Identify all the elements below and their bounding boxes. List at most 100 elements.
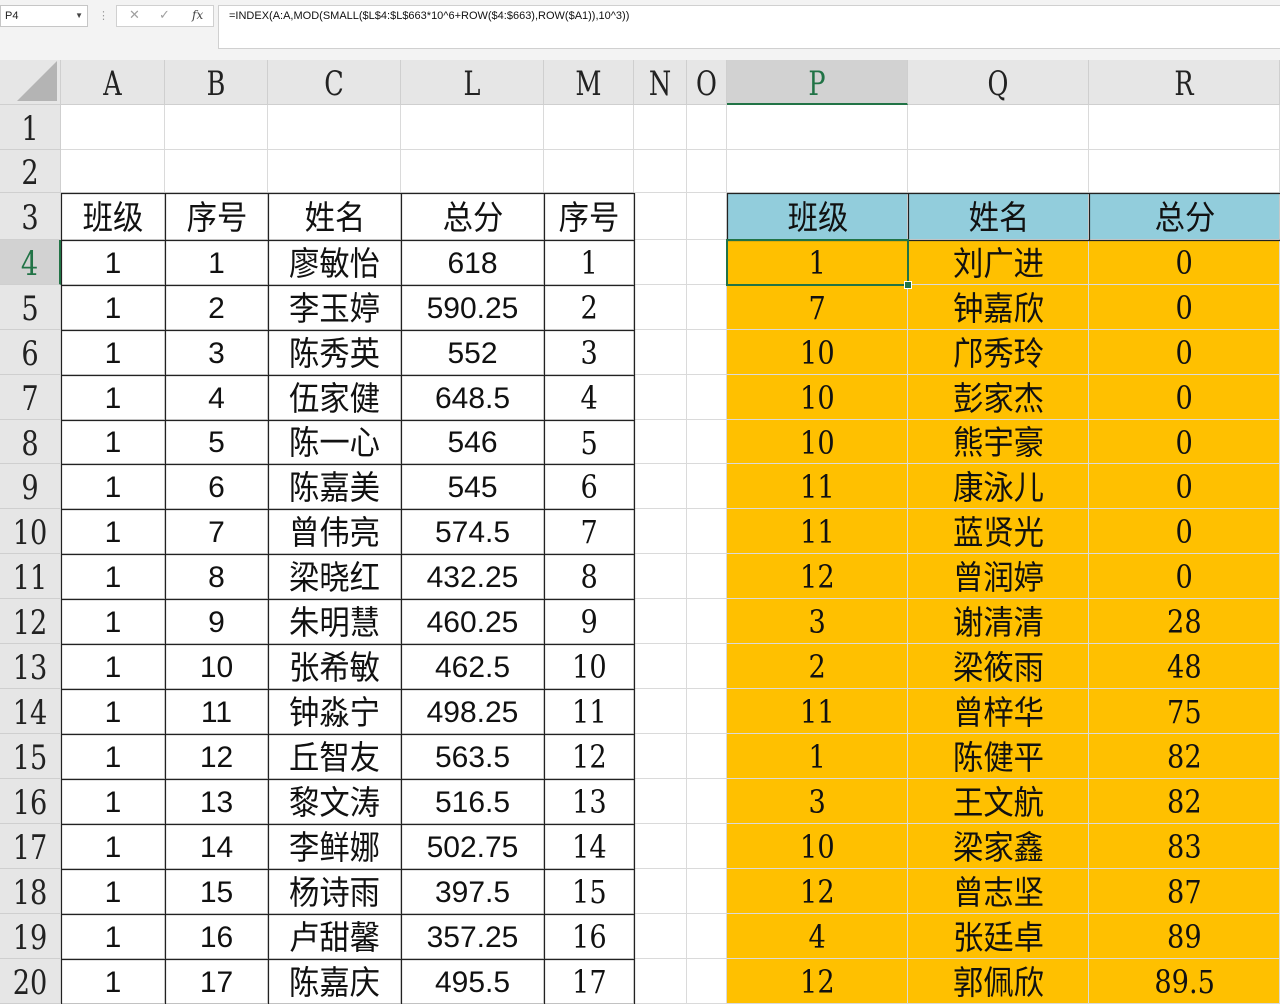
right-header-cell[interactable]: 姓名: [908, 193, 1089, 240]
row-header-11[interactable]: 11: [0, 554, 61, 599]
name-cell[interactable]: 梁晓红: [268, 554, 401, 599]
result-name-cell[interactable]: 彭家杰: [908, 375, 1089, 420]
name-cell[interactable]: 曾伟亮: [268, 509, 401, 554]
class-cell[interactable]: 1: [61, 914, 165, 959]
left-header-cell[interactable]: 总分: [401, 193, 544, 240]
row-header-9[interactable]: 9: [0, 464, 61, 509]
name-cell[interactable]: 李玉婷: [268, 285, 401, 330]
score-cell[interactable]: 590.25: [401, 285, 544, 330]
index-cell[interactable]: 13: [165, 779, 268, 824]
result-class-cell[interactable]: 10: [727, 420, 908, 464]
result-name-cell[interactable]: 曾志坚: [908, 869, 1089, 914]
row-header-18[interactable]: 18: [0, 869, 61, 914]
score-cell[interactable]: 516.5: [401, 779, 544, 824]
score-cell[interactable]: 574.5: [401, 509, 544, 554]
class-cell[interactable]: 1: [61, 734, 165, 779]
result-class-cell[interactable]: 12: [727, 869, 908, 914]
seq-cell[interactable]: 9: [544, 599, 634, 644]
name-cell[interactable]: 廖敏怡: [268, 240, 401, 285]
seq-cell[interactable]: 7: [544, 509, 634, 554]
row-header-10[interactable]: 10: [0, 509, 61, 554]
row-header-20[interactable]: 20: [0, 959, 61, 1004]
result-score-cell[interactable]: 89: [1089, 914, 1280, 959]
name-cell[interactable]: 陈秀英: [268, 330, 401, 375]
score-cell[interactable]: 545: [401, 464, 544, 509]
score-cell[interactable]: 648.5: [401, 375, 544, 420]
index-cell[interactable]: 5: [165, 420, 268, 464]
name-cell[interactable]: 伍家健: [268, 375, 401, 420]
seq-cell[interactable]: 11: [544, 689, 634, 734]
result-name-cell[interactable]: 曾润婷: [908, 554, 1089, 599]
row-header-17[interactable]: 17: [0, 824, 61, 869]
score-cell[interactable]: 357.25: [401, 914, 544, 959]
class-cell[interactable]: 1: [61, 869, 165, 914]
column-header-o[interactable]: O: [687, 60, 727, 105]
class-cell[interactable]: 1: [61, 285, 165, 330]
score-cell[interactable]: 432.25: [401, 554, 544, 599]
name-cell[interactable]: 陈嘉庆: [268, 959, 401, 1004]
result-name-cell[interactable]: 陈健平: [908, 734, 1089, 779]
class-cell[interactable]: 1: [61, 689, 165, 734]
name-cell[interactable]: 钟淼宁: [268, 689, 401, 734]
result-name-cell[interactable]: 熊宇豪: [908, 420, 1089, 464]
result-class-cell[interactable]: 3: [727, 599, 908, 644]
row-header-19[interactable]: 19: [0, 914, 61, 959]
result-name-cell[interactable]: 梁筱雨: [908, 644, 1089, 689]
column-header-c[interactable]: C: [268, 60, 401, 105]
result-class-cell[interactable]: 2: [727, 644, 908, 689]
class-cell[interactable]: 1: [61, 420, 165, 464]
seq-cell[interactable]: 5: [544, 420, 634, 464]
row-header-2[interactable]: 2: [0, 150, 61, 193]
result-score-cell[interactable]: 82: [1089, 779, 1280, 824]
result-name-cell[interactable]: 郭佩欣: [908, 959, 1089, 1004]
seq-cell[interactable]: 15: [544, 869, 634, 914]
row-header-13[interactable]: 13: [0, 644, 61, 689]
result-class-cell[interactable]: 12: [727, 959, 908, 1004]
result-class-cell[interactable]: 10: [727, 330, 908, 375]
left-header-cell[interactable]: 序号: [165, 193, 268, 240]
row-header-15[interactable]: 15: [0, 734, 61, 779]
result-class-cell[interactable]: 7: [727, 285, 908, 330]
column-header-p[interactable]: P: [727, 60, 908, 105]
result-score-cell[interactable]: 0: [1089, 330, 1280, 375]
name-cell[interactable]: 张希敏: [268, 644, 401, 689]
score-cell[interactable]: 462.5: [401, 644, 544, 689]
score-cell[interactable]: 552: [401, 330, 544, 375]
left-header-cell[interactable]: 姓名: [268, 193, 401, 240]
index-cell[interactable]: 14: [165, 824, 268, 869]
column-header-r[interactable]: R: [1089, 60, 1280, 105]
result-class-cell[interactable]: 11: [727, 509, 908, 554]
index-cell[interactable]: 12: [165, 734, 268, 779]
seq-cell[interactable]: 4: [544, 375, 634, 420]
result-name-cell[interactable]: 梁家鑫: [908, 824, 1089, 869]
seq-cell[interactable]: 13: [544, 779, 634, 824]
seq-cell[interactable]: 1: [544, 240, 634, 285]
result-score-cell[interactable]: 83: [1089, 824, 1280, 869]
class-cell[interactable]: 1: [61, 554, 165, 599]
row-header-7[interactable]: 7: [0, 375, 61, 420]
result-score-cell[interactable]: 0: [1089, 375, 1280, 420]
index-cell[interactable]: 16: [165, 914, 268, 959]
seq-cell[interactable]: 3: [544, 330, 634, 375]
index-cell[interactable]: 6: [165, 464, 268, 509]
index-cell[interactable]: 8: [165, 554, 268, 599]
class-cell[interactable]: 1: [61, 330, 165, 375]
class-cell[interactable]: 1: [61, 375, 165, 420]
index-cell[interactable]: 17: [165, 959, 268, 1004]
index-cell[interactable]: 1: [165, 240, 268, 285]
result-name-cell[interactable]: 邝秀玲: [908, 330, 1089, 375]
class-cell[interactable]: 1: [61, 240, 165, 285]
row-header-3[interactable]: 3: [0, 193, 61, 240]
index-cell[interactable]: 9: [165, 599, 268, 644]
column-header-l[interactable]: L: [401, 60, 544, 105]
seq-cell[interactable]: 8: [544, 554, 634, 599]
index-cell[interactable]: 4: [165, 375, 268, 420]
right-header-cell[interactable]: 班级: [727, 193, 908, 240]
column-header-a[interactable]: A: [61, 60, 165, 105]
class-cell[interactable]: 1: [61, 509, 165, 554]
result-score-cell[interactable]: 89.5: [1089, 959, 1280, 1004]
result-score-cell[interactable]: 0: [1089, 420, 1280, 464]
result-class-cell[interactable]: 11: [727, 689, 908, 734]
index-cell[interactable]: 2: [165, 285, 268, 330]
result-name-cell[interactable]: 钟嘉欣: [908, 285, 1089, 330]
